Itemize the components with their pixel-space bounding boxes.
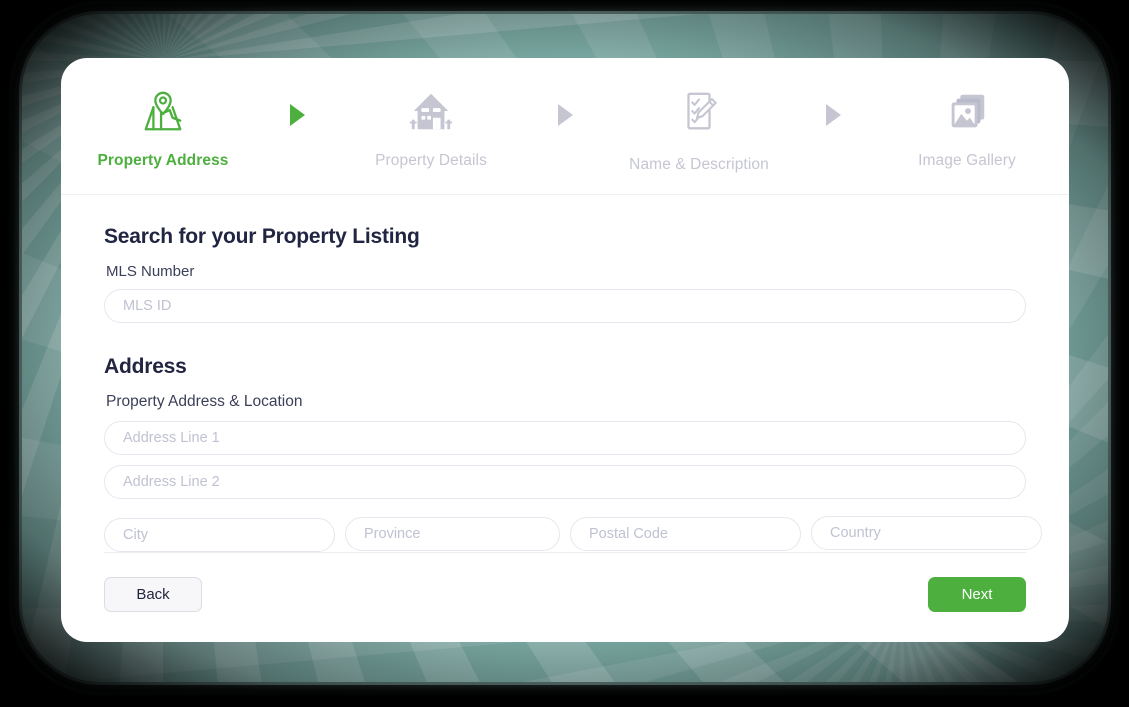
next-button[interactable]: Next: [928, 577, 1026, 612]
arrow-right-icon: [557, 104, 573, 126]
country-group: [811, 511, 1042, 550]
mls-number-group: MLS Number: [104, 263, 1026, 323]
house-icon: [408, 86, 454, 138]
address-line-2-input[interactable]: [104, 465, 1026, 499]
arrow-right-icon: [825, 104, 841, 126]
step-name-description[interactable]: Name & Description: [624, 86, 774, 174]
address-detail-row: [104, 511, 1042, 552]
step-image-gallery[interactable]: Image Gallery: [892, 86, 1042, 170]
address-section-title: Address: [104, 355, 187, 378]
step-label: Property Details: [375, 152, 487, 169]
wizard-form: Search for your Property Listing MLS Num…: [61, 195, 1069, 552]
city-input[interactable]: [104, 518, 335, 552]
step-label: Name & Description: [629, 156, 769, 173]
arrow-right-icon: [289, 104, 305, 126]
wizard-card: Property Address Property Details Name &…: [61, 58, 1069, 642]
address-line-2-group: [104, 465, 1026, 499]
step-property-details[interactable]: Property Details: [356, 86, 506, 170]
step-separator-3: [774, 86, 892, 126]
image-gallery-icon: [944, 86, 990, 138]
step-label: Image Gallery: [918, 152, 1016, 169]
postal-code-group: [570, 511, 801, 551]
page-title: Search for your Property Listing: [104, 225, 420, 248]
step-property-address[interactable]: Property Address: [88, 86, 238, 170]
step-separator-2: [506, 86, 624, 126]
address-line-1-group: [104, 421, 1026, 455]
map-pin-icon: [140, 86, 186, 138]
address-line-1-input[interactable]: [104, 421, 1026, 455]
checklist-pencil-icon: [676, 86, 722, 138]
step-label: Property Address: [97, 152, 229, 169]
city-group: [104, 511, 335, 552]
country-input[interactable]: [811, 516, 1042, 550]
wizard-stepper: Property Address Property Details Name &…: [61, 58, 1069, 195]
province-input[interactable]: [345, 517, 560, 551]
address-section-subtitle: Property Address & Location: [106, 393, 303, 410]
postal-code-input[interactable]: [570, 517, 801, 551]
mls-id-input[interactable]: [104, 289, 1026, 323]
step-separator-1: [238, 86, 356, 126]
mls-number-label: MLS Number: [106, 263, 195, 280]
back-button[interactable]: Back: [104, 577, 202, 612]
wizard-footer: Back Next: [104, 552, 1026, 612]
province-group: [345, 511, 560, 551]
